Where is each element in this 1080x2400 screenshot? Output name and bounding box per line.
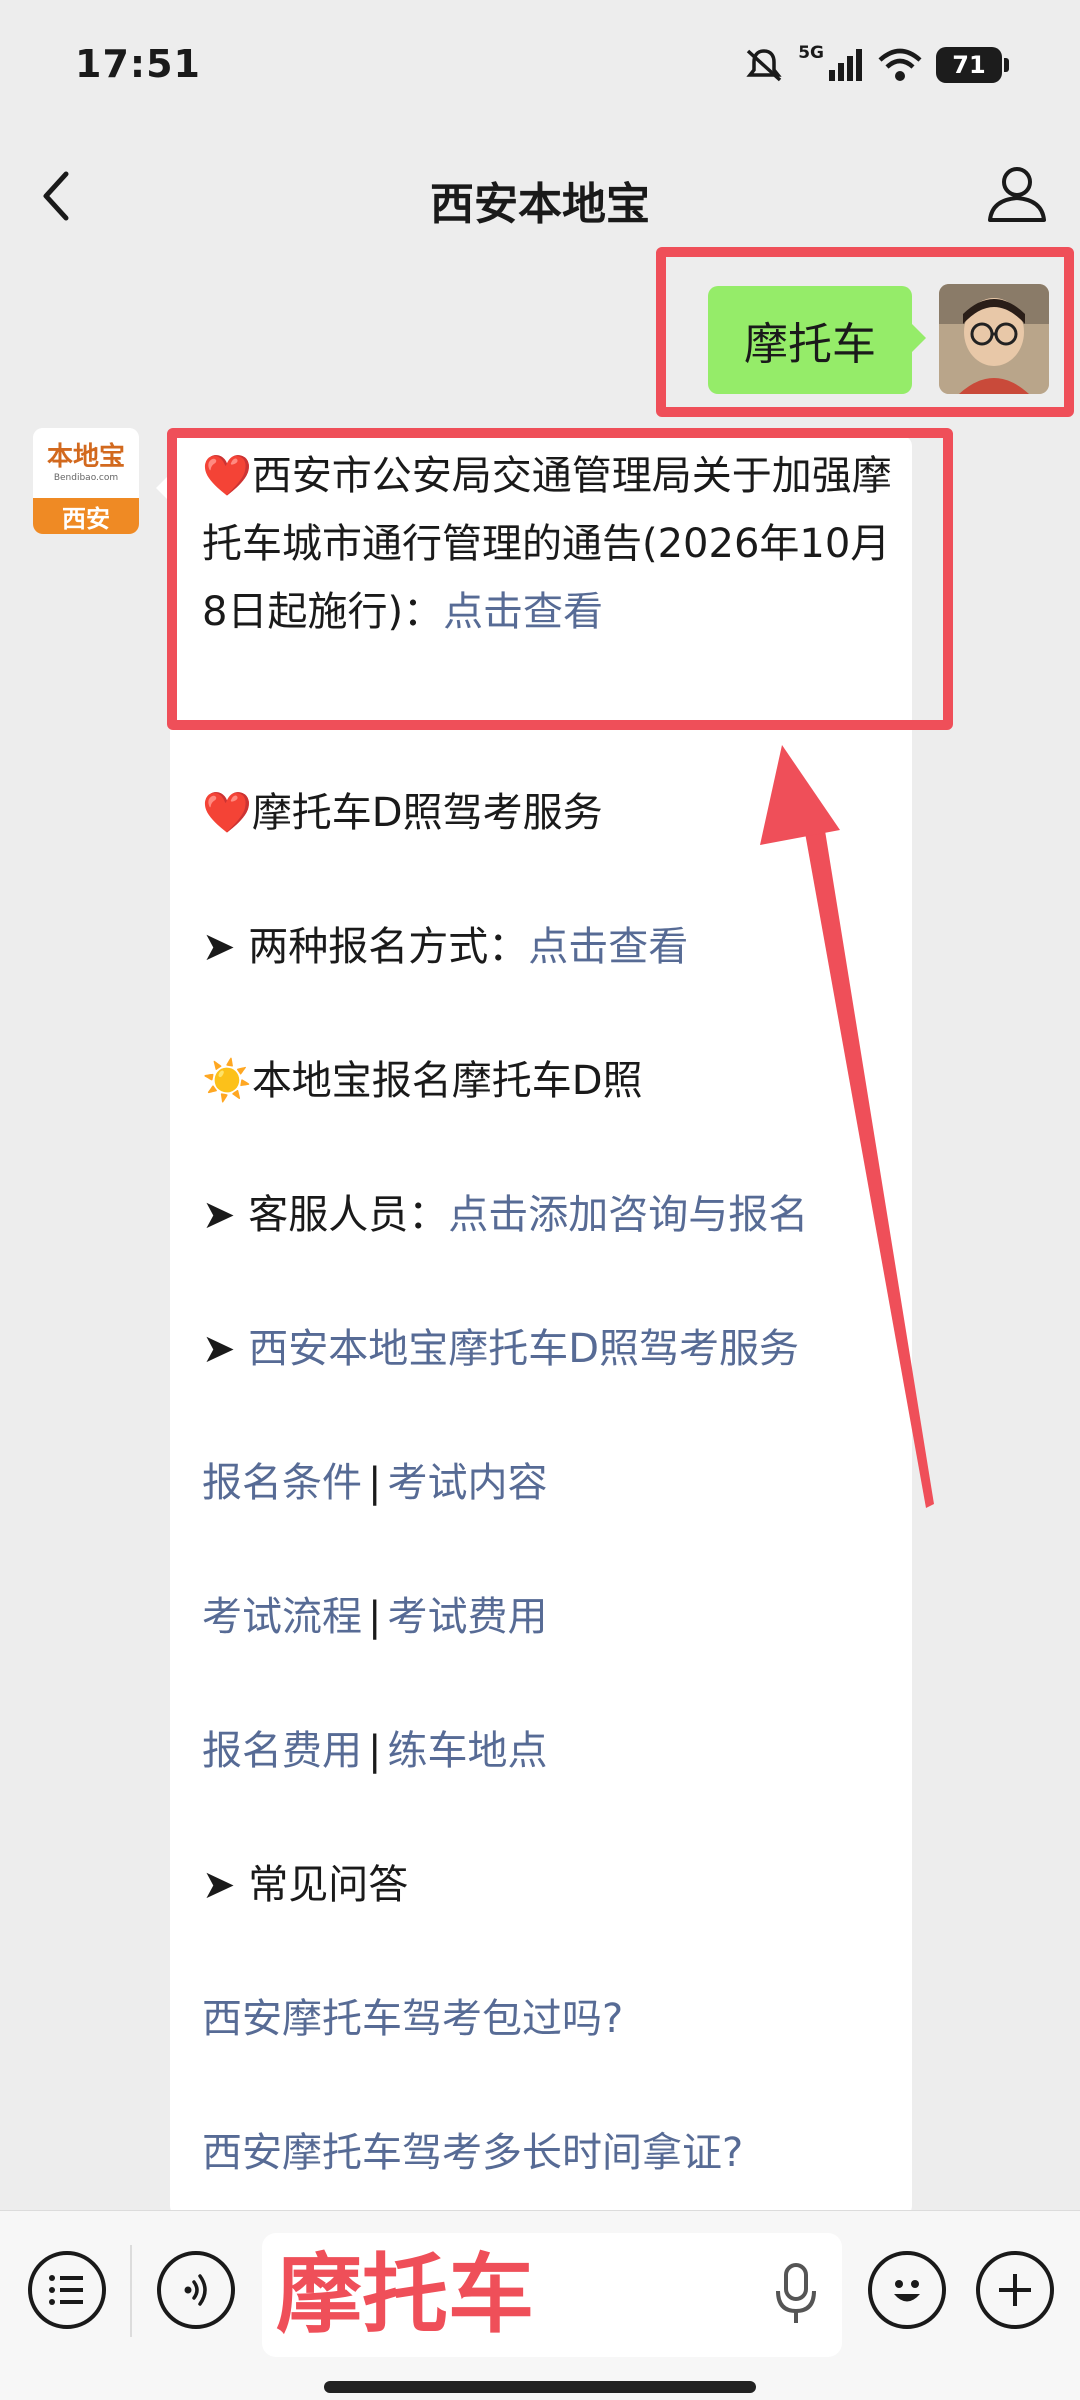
- clock: 17:51: [75, 42, 201, 86]
- link-exam-content[interactable]: 考试内容: [387, 1460, 547, 1506]
- service-line: ➤ 客服人员：点击添加咨询与报名: [202, 1192, 892, 1238]
- faq-item: 西安摩托车驾考多长时间拿证?: [202, 2130, 892, 2176]
- service-link-line: ➤ 西安本地宝摩托车D照驾考服务: [202, 1326, 892, 1372]
- heart-emoji: ❤️: [202, 790, 252, 836]
- faq-link[interactable]: 西安摩托车驾考多长时间拿证?: [202, 2130, 743, 2176]
- link-pair-row: 报名条件 | 考试内容: [202, 1460, 892, 1506]
- service-page-link[interactable]: 西安本地宝摩托车D照驾考服务: [248, 1326, 799, 1372]
- link-signup-fees[interactable]: 报名费用: [202, 1728, 362, 1774]
- link-exam-fees[interactable]: 考试费用: [387, 1594, 547, 1640]
- avatar-city: 西安: [33, 498, 139, 534]
- avatar-photo: [939, 284, 1049, 394]
- status-icons: 5G 71: [744, 40, 1009, 90]
- section-heading: ❤️摩托车D照驾考服务: [202, 790, 892, 836]
- voice-mode-button[interactable]: [157, 2251, 235, 2329]
- chat-header: 西安本地宝: [0, 130, 1080, 260]
- battery-indicator: 71: [936, 47, 1009, 83]
- profile-button[interactable]: [982, 158, 1052, 228]
- service-label: 客服人员：: [248, 1192, 449, 1238]
- link-exam-process[interactable]: 考试流程: [202, 1594, 362, 1640]
- service-contact-link[interactable]: 点击添加咨询与报名: [448, 1192, 808, 1238]
- official-account-avatar[interactable]: 本地宝 Bendibao.com 西安: [33, 428, 139, 534]
- divider: [130, 2245, 132, 2337]
- chat-title: 西安本地宝: [430, 179, 650, 230]
- mute-icon: [746, 49, 782, 82]
- faq-link[interactable]: 西安摩托车驾考包过吗?: [202, 1996, 623, 2042]
- emoji-button[interactable]: [868, 2251, 946, 2329]
- wifi-icon: [878, 48, 922, 81]
- menu-button[interactable]: [28, 2251, 106, 2329]
- more-button[interactable]: [976, 2251, 1054, 2329]
- two-ways-line: ➤ 两种报名方式：点击查看: [202, 924, 892, 970]
- message-input[interactable]: 摩托车: [262, 2233, 842, 2357]
- sent-message-text: 摩托车: [744, 319, 876, 370]
- faq-heading-text: 常见问答: [248, 1862, 409, 1908]
- home-indicator[interactable]: [324, 2381, 756, 2393]
- separator: |: [368, 1594, 382, 1640]
- user-avatar[interactable]: [939, 284, 1049, 394]
- signal-icon: [829, 49, 862, 81]
- message-input-text: 摩托车: [276, 2245, 534, 2345]
- smiley-icon: [894, 2280, 920, 2302]
- link-signup-conditions[interactable]: 报名条件: [202, 1460, 362, 1506]
- link-pair-row: 考试流程 | 考试费用: [202, 1594, 892, 1640]
- input-bar: 摩托车: [0, 2210, 1080, 2400]
- link-pair-row: 报名费用 | 练车地点: [202, 1728, 892, 1774]
- faq-heading: ➤ 常见问答: [202, 1862, 892, 1908]
- arrow-bullet-icon: ➤: [202, 1326, 236, 1372]
- network-type: 5G: [798, 43, 824, 63]
- sent-message-bubble[interactable]: 摩托车: [708, 286, 926, 394]
- link-practice-location[interactable]: 练车地点: [387, 1728, 547, 1774]
- person-icon: [988, 167, 1046, 222]
- section-heading-text: 摩托车D照驾考服务: [251, 790, 603, 836]
- status-bar: 17:51 5G 71: [0, 0, 1080, 130]
- highlight-box-notice: [167, 428, 953, 730]
- arrow-bullet-icon: ➤: [202, 924, 236, 970]
- sun-emoji: ☀️: [202, 1058, 252, 1104]
- two-ways-label: 两种报名方式：: [248, 924, 529, 970]
- arrow-bullet-icon: ➤: [202, 1862, 236, 1908]
- arrow-bullet-icon: ➤: [202, 1192, 236, 1238]
- avatar-brand: 本地宝: [46, 442, 125, 472]
- two-ways-link[interactable]: 点击查看: [528, 924, 688, 970]
- separator: |: [368, 1728, 382, 1774]
- plus-icon: [999, 2274, 1031, 2306]
- list-icon: [49, 2275, 83, 2305]
- voice-icon: [184, 2274, 207, 2306]
- faq-item: 西安摩托车驾考包过吗?: [202, 1996, 892, 2042]
- microphone-icon[interactable]: [774, 2261, 818, 2327]
- signup-line: ☀️本地宝报名摩托车D照: [202, 1058, 892, 1104]
- separator: |: [368, 1460, 382, 1506]
- signup-text: 本地宝报名摩托车D照: [251, 1058, 643, 1104]
- avatar-domain: Bendibao.com: [53, 473, 119, 483]
